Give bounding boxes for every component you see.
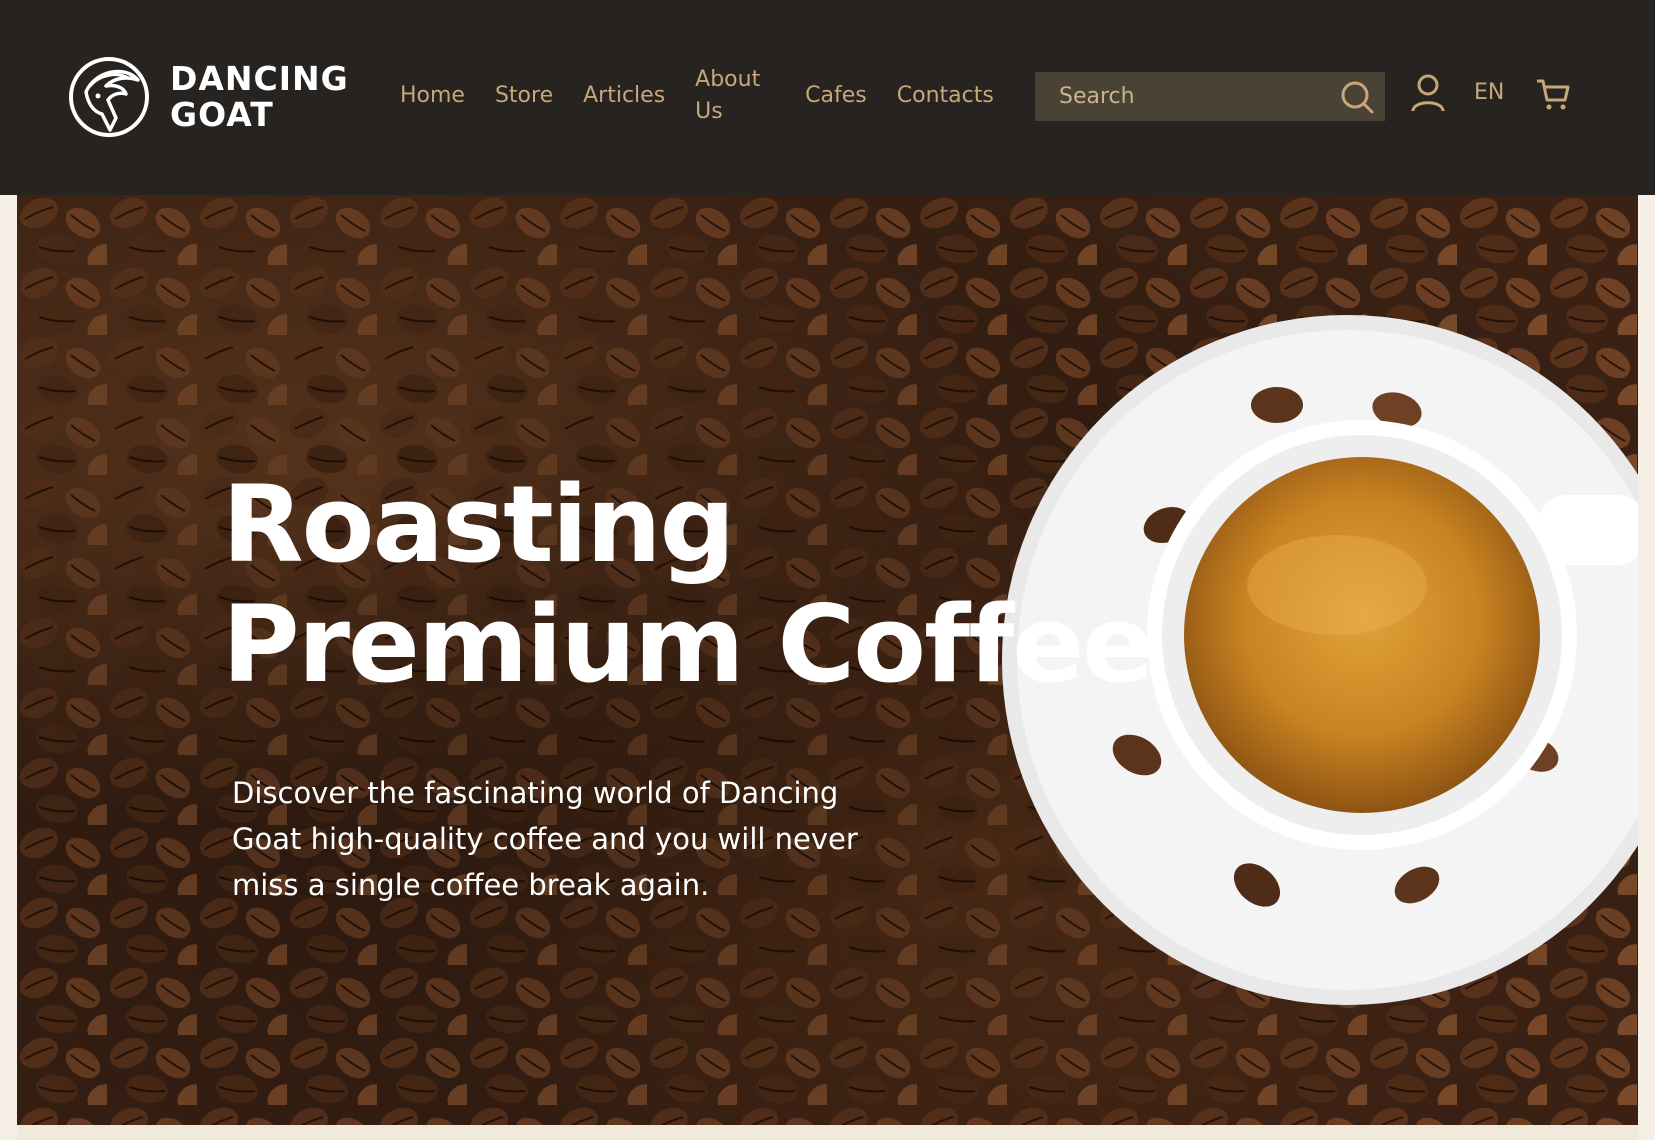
hero-banner: Roasting Premium Coffee Discover the fas…	[17, 195, 1638, 1125]
nav-item-articles[interactable]: Articles	[583, 80, 665, 112]
search-input[interactable]	[1035, 72, 1325, 121]
hero-title-line1: Roasting	[222, 463, 735, 586]
nav-item-home[interactable]: Home	[400, 80, 465, 112]
cart-icon[interactable]	[1535, 76, 1571, 112]
nav-item-store[interactable]: Store	[495, 80, 553, 112]
brand-name-line1: DANCING	[170, 59, 349, 98]
hero-subtitle: Discover the fascinating world of Dancin…	[232, 776, 858, 902]
nav-item-contacts[interactable]: Contacts	[897, 80, 994, 112]
main-nav: Home Store Articles About Us Cafes Conta…	[400, 60, 1024, 132]
hero-title: Roasting Premium Coffee	[222, 465, 1222, 705]
site-header: DANCING GOAT Home Store Articles About U…	[0, 0, 1655, 195]
nav-item-cafes[interactable]: Cafes	[805, 80, 867, 112]
nav-item-about-us[interactable]: About Us	[695, 64, 767, 128]
language-selector[interactable]: EN	[1474, 80, 1504, 105]
brand-name-line2: GOAT	[170, 95, 274, 134]
search-icon[interactable]	[1339, 79, 1375, 115]
user-icon[interactable]	[1410, 73, 1446, 113]
brand-logo[interactable]: DANCING GOAT	[66, 52, 356, 142]
page-section-divider	[17, 1125, 1638, 1140]
goat-head-icon	[69, 57, 149, 137]
search-box	[1035, 72, 1385, 121]
brand-name: DANCING GOAT	[170, 61, 349, 133]
hero-title-line2: Premium Coffee	[222, 583, 1154, 706]
